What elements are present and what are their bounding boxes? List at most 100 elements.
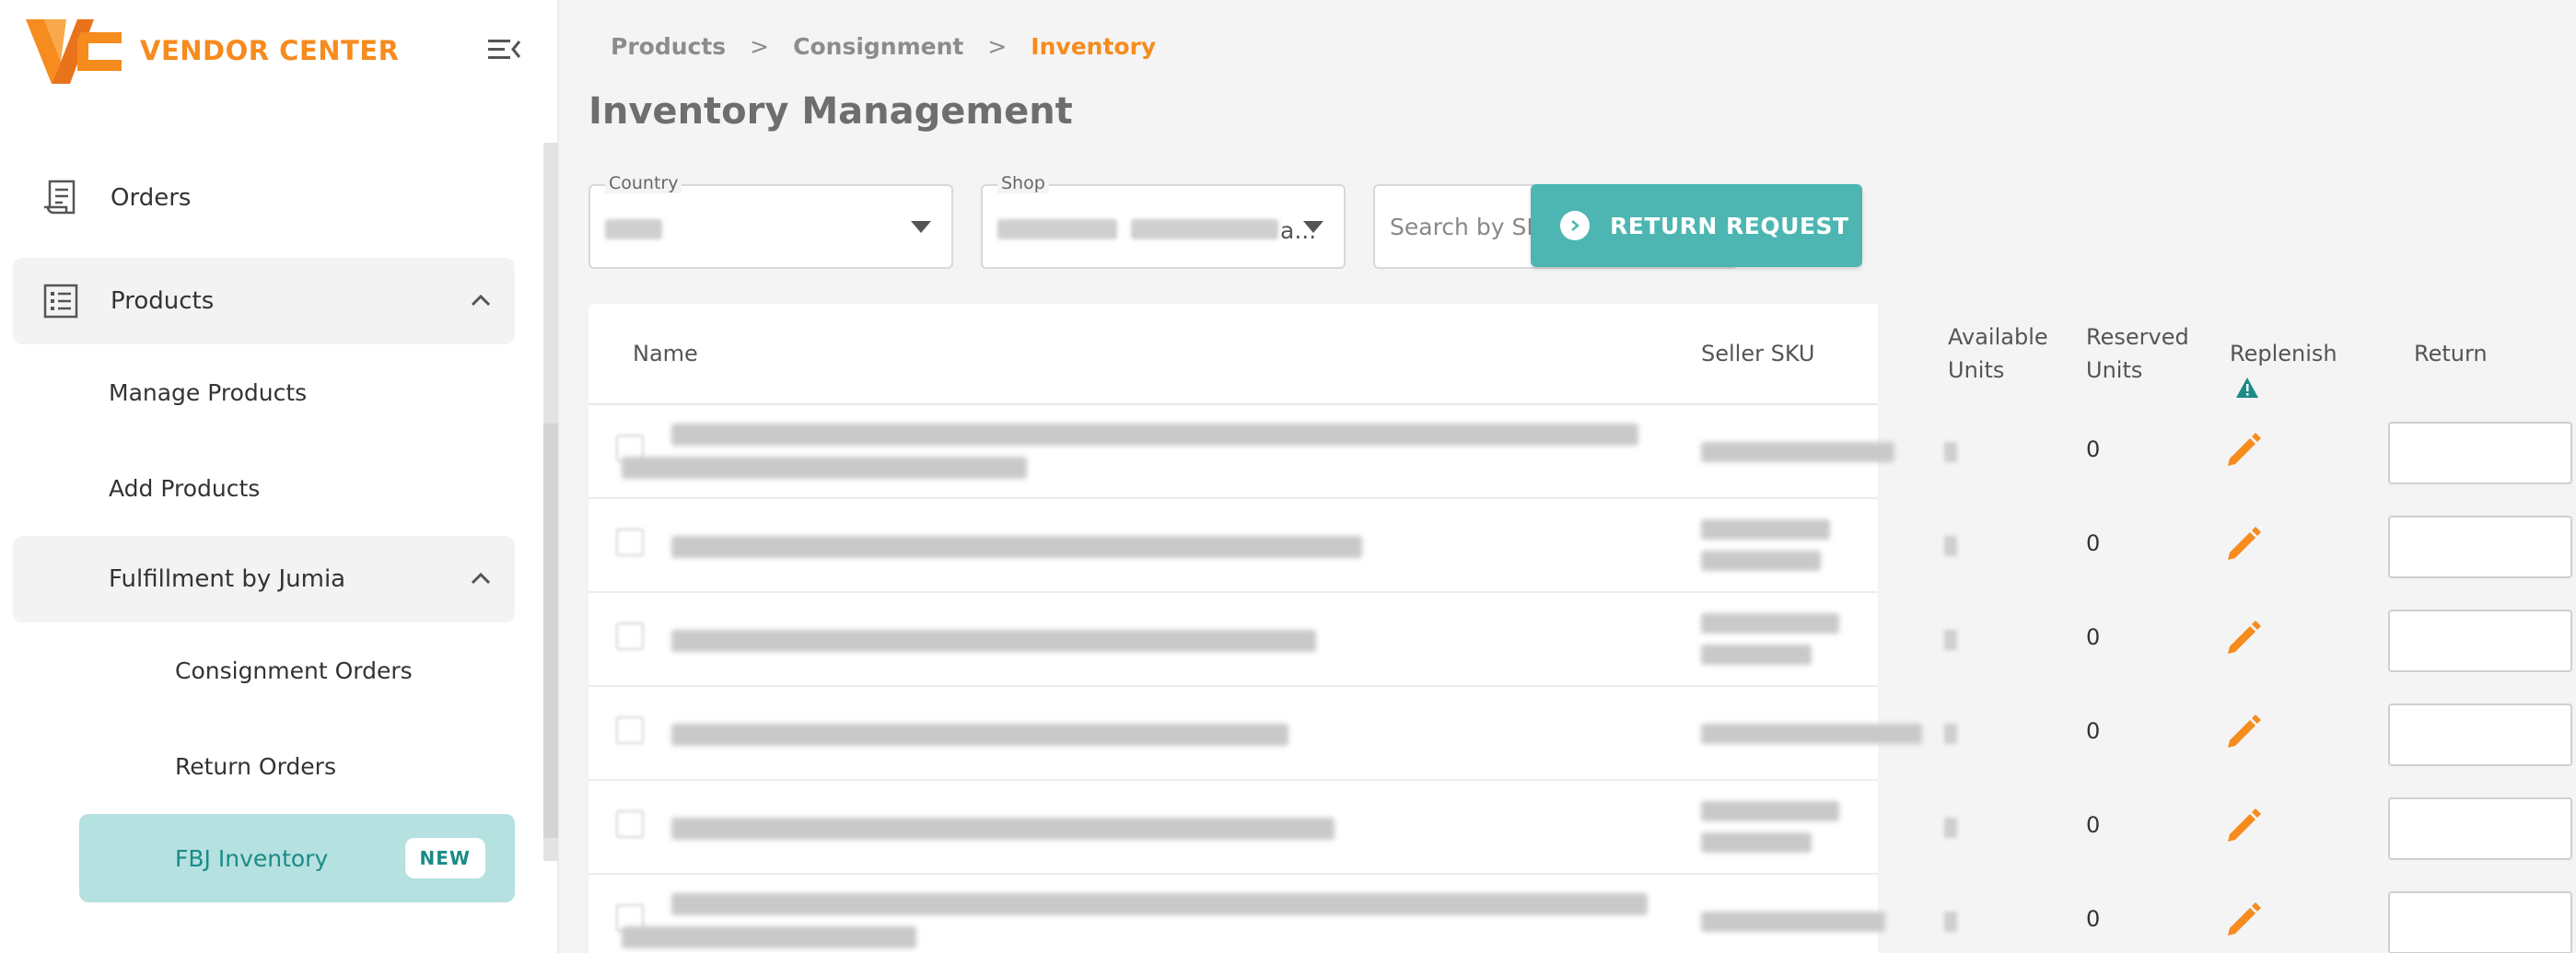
seller-sku-redacted <box>1701 724 1922 744</box>
reserved-units-value: 0 <box>2086 624 2101 650</box>
return-request-label: RETURN REQUEST <box>1610 212 1849 239</box>
column-header-text: Replenish <box>2230 341 2337 366</box>
chevron-down-icon <box>911 221 931 233</box>
reserved-units-value: 0 <box>2086 530 2101 556</box>
receipt-icon <box>44 180 76 215</box>
return-quantity-input[interactable] <box>2388 797 2572 860</box>
column-header-reserved-units: Reserved Units <box>2086 320 2189 387</box>
breadcrumb: Products > Consignment > Inventory <box>611 33 1156 60</box>
available-units-redacted <box>1944 536 1957 556</box>
sidebar-item-label: Products <box>111 287 215 315</box>
replenish-edit-icon[interactable] <box>2222 431 2263 471</box>
seller-sku-redacted <box>1701 912 1885 932</box>
reserved-units-value: 0 <box>2086 718 2101 744</box>
new-badge: NEW <box>404 838 485 878</box>
country-value-redacted <box>605 219 662 243</box>
return-quantity-input[interactable] <box>2388 891 2572 953</box>
sidebar-item-label: Fulfillment by Jumia <box>109 565 346 593</box>
sidebar: VENDOR CENTER Orders Products Manage Pro… <box>0 0 559 953</box>
sidebar-item-fbj-inventory[interactable]: FBJ Inventory NEW <box>79 814 515 902</box>
seller-sku-redacted <box>1701 519 1830 540</box>
vendor-center-logo-icon <box>26 19 122 84</box>
chevron-down-icon <box>1303 221 1323 233</box>
sidebar-item-orders[interactable]: Orders <box>13 155 515 241</box>
table-row: 0 <box>589 593 2572 687</box>
column-header-text: Units <box>2086 357 2143 383</box>
sidebar-scrollbar-thumb[interactable] <box>543 424 558 838</box>
shop-select[interactable]: Shop a... <box>981 173 1346 269</box>
logo-row: VENDOR CENTER <box>0 0 557 101</box>
seller-sku-redacted <box>1701 613 1839 633</box>
return-quantity-input[interactable] <box>2388 422 2572 484</box>
sidebar-item-products[interactable]: Products <box>13 258 515 344</box>
warning-icon[interactable] <box>2235 377 2259 399</box>
app-root: VENDOR CENTER Orders Products Manage Pro… <box>0 0 2576 953</box>
country-label: Country <box>605 173 682 193</box>
chevron-right-circle-icon <box>1560 211 1590 240</box>
row-checkbox[interactable] <box>616 622 644 650</box>
replenish-edit-icon[interactable] <box>2222 807 2263 847</box>
chevron-up-icon[interactable] <box>469 289 493 313</box>
column-header-text: Available <box>1948 324 2048 350</box>
sidebar-item-label: Orders <box>111 184 192 212</box>
breadcrumb-inventory: Inventory <box>1031 33 1157 60</box>
breadcrumb-separator: > <box>750 33 770 60</box>
reserved-units-value: 0 <box>2086 436 2101 462</box>
available-units-redacted <box>1944 442 1957 462</box>
replenish-edit-icon[interactable] <box>2222 713 2263 753</box>
row-checkbox[interactable] <box>616 529 644 556</box>
column-header-name: Name <box>633 341 698 366</box>
shop-label: Shop <box>997 173 1049 193</box>
collapse-menu-icon[interactable] <box>486 33 523 66</box>
page-title: Inventory Management <box>589 90 1073 133</box>
sidebar-item-manage-products[interactable]: Manage Products <box>13 344 515 440</box>
product-name-redacted <box>622 926 916 948</box>
product-name-redacted <box>671 630 1316 652</box>
available-units-redacted <box>1944 818 1957 838</box>
return-request-button[interactable]: RETURN REQUEST <box>1531 184 1862 267</box>
sidebar-item-consignment-orders[interactable]: Consignment Orders <box>13 622 515 718</box>
return-quantity-input[interactable] <box>2388 610 2572 672</box>
list-icon <box>43 284 78 319</box>
table-row: 0 <box>589 687 2572 781</box>
available-units-redacted <box>1944 912 1957 932</box>
breadcrumb-consignment[interactable]: Consignment <box>793 33 963 60</box>
reserved-units-value: 0 <box>2086 812 2101 838</box>
column-header-available-units: Available Units <box>1948 320 2048 387</box>
product-name-redacted <box>671 724 1288 746</box>
table-row: 0 <box>589 875 2572 953</box>
seller-sku-redacted <box>1701 645 1812 665</box>
replenish-edit-icon[interactable] <box>2222 901 2263 941</box>
country-select[interactable]: Country <box>589 173 953 269</box>
app-title: VENDOR CENTER <box>140 35 400 66</box>
replenish-edit-icon[interactable] <box>2222 525 2263 565</box>
available-units-redacted <box>1944 724 1957 744</box>
seller-sku-redacted <box>1701 551 1821 571</box>
reserved-units-value: 0 <box>2086 906 2101 932</box>
return-quantity-input[interactable] <box>2388 703 2572 766</box>
return-quantity-input[interactable] <box>2388 516 2572 578</box>
product-name-redacted <box>671 893 1648 915</box>
product-name-redacted <box>622 457 1027 479</box>
sidebar-item-return-orders[interactable]: Return Orders <box>13 718 515 814</box>
row-checkbox[interactable] <box>616 810 644 838</box>
sidebar-item-fulfillment[interactable]: Fulfillment by Jumia <box>13 536 515 622</box>
inventory-table: Name Seller SKU Available Units Reserved… <box>589 304 2572 953</box>
column-header-text: Units <box>1948 357 2005 383</box>
product-name-redacted <box>671 424 1638 446</box>
table-row: 0 <box>589 781 2572 875</box>
available-units-redacted <box>1944 630 1957 650</box>
sidebar-item-add-products[interactable]: Add Products <box>13 440 515 536</box>
chevron-up-icon[interactable] <box>469 567 493 591</box>
column-header-seller-sku: Seller SKU <box>1701 341 1815 366</box>
sidebar-item-label: FBJ Inventory <box>175 844 329 872</box>
product-name-redacted <box>671 818 1335 840</box>
column-header-replenish: Replenish <box>2230 337 2337 403</box>
replenish-edit-icon[interactable] <box>2222 619 2263 659</box>
row-checkbox[interactable] <box>616 716 644 744</box>
column-header-return: Return <box>2414 341 2488 366</box>
seller-sku-redacted <box>1701 801 1839 821</box>
shop-value-redacted <box>997 219 1279 243</box>
breadcrumb-products[interactable]: Products <box>611 33 726 60</box>
seller-sku-redacted <box>1701 832 1812 853</box>
